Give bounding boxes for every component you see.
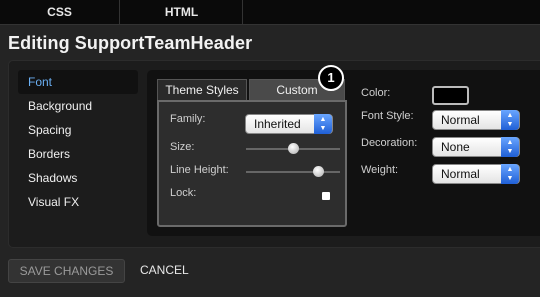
lock-label: Lock: (170, 187, 197, 199)
select-arrows-icon: ▲ ▼ (314, 114, 332, 134)
weight-label: Weight: (361, 164, 399, 176)
font-style-label: Font Style: (361, 110, 414, 122)
nav-item-borders[interactable]: Borders (18, 142, 138, 166)
line-height-slider[interactable] (246, 171, 340, 173)
font-style-value: Normal (441, 113, 480, 127)
select-arrows-icon: ▲ ▼ (501, 137, 519, 157)
color-swatch[interactable] (432, 86, 469, 105)
tab-html[interactable]: HTML (121, 0, 243, 25)
select-arrows-icon: ▲ ▼ (501, 110, 519, 130)
family-select[interactable]: Inherited ▲ ▼ (245, 114, 333, 134)
page-title: Editing SupportTeamHeader (8, 33, 253, 53)
select-arrows-icon: ▲ ▼ (501, 164, 519, 184)
nav-item-background[interactable]: Background (18, 94, 138, 118)
line-height-slider-knob[interactable] (312, 166, 324, 177)
family-value: Inherited (254, 117, 301, 131)
top-tab-bar: CSS HTML (0, 0, 540, 25)
cancel-button[interactable]: CANCEL (140, 263, 189, 277)
decoration-select[interactable]: None ▲ ▼ (432, 137, 520, 157)
line-height-label: Line Height: (170, 164, 229, 176)
decoration-label: Decoration: (361, 137, 418, 149)
nav-item-font[interactable]: Font (18, 70, 138, 94)
family-label: Family: (170, 113, 206, 125)
save-changes-button[interactable]: SAVE CHANGES (8, 259, 125, 283)
style-category-nav: Font Background Spacing Borders Shadows … (18, 70, 138, 214)
tab-css[interactable]: CSS (0, 0, 120, 25)
weight-select[interactable]: Normal ▲ ▼ (432, 164, 520, 184)
nav-item-shadows[interactable]: Shadows (18, 166, 138, 190)
font-style-select[interactable]: Normal ▲ ▼ (432, 110, 520, 130)
color-label: Color: (361, 87, 391, 99)
tab-theme-styles[interactable]: Theme Styles (157, 79, 247, 100)
lock-checkbox[interactable] (322, 192, 330, 200)
step-number-badge: 1 (318, 65, 344, 91)
size-slider-knob[interactable] (287, 143, 299, 154)
nav-item-visual-fx[interactable]: Visual FX (18, 190, 138, 214)
weight-value: Normal (441, 167, 480, 181)
decoration-value: None (441, 140, 470, 154)
nav-item-spacing[interactable]: Spacing (18, 118, 138, 142)
size-label: Size: (170, 141, 195, 153)
